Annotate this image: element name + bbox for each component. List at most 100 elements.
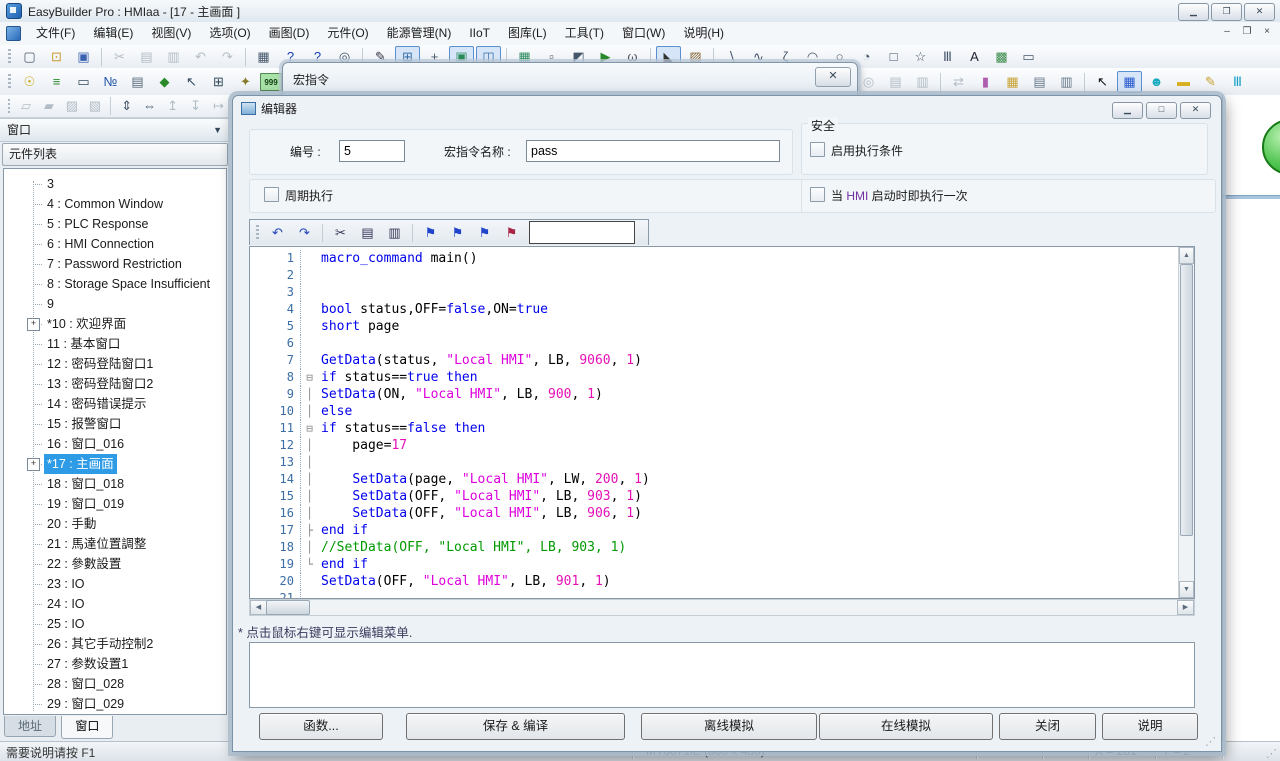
tree-item[interactable]: 7 : Password Restriction (4, 254, 226, 274)
menu-item-4[interactable]: 选项(O) (200, 26, 259, 40)
run-on-startup-checkbox[interactable] (810, 187, 825, 202)
online-simulation-button[interactable]: 在线模拟 (819, 713, 993, 740)
menu-item-5[interactable]: 画图(D) (260, 26, 319, 40)
cursor-icon[interactable]: ↖ (1090, 71, 1115, 93)
menu-item-11[interactable]: 窗口(W) (613, 26, 674, 40)
tree-item[interactable]: 24 : IO (4, 594, 226, 614)
fold-collapse-icon[interactable]: ⊟ (301, 420, 318, 437)
editor-minimize-button[interactable]: ▁ (1112, 102, 1143, 119)
menu-item-9[interactable]: 图库(L) (499, 26, 556, 40)
offline-simulation-button[interactable]: 离线模拟 (641, 713, 817, 740)
print-icon[interactable]: ▦ (251, 46, 276, 68)
tree-item-selected[interactable]: +*17 : 主画面 (4, 454, 226, 474)
message-output[interactable] (249, 642, 1195, 708)
menu-item-10[interactable]: 工具(T) (556, 26, 613, 40)
tree-item[interactable]: 26 : 其它手动控制2 (4, 634, 226, 654)
bookmark-toggle-icon[interactable]: ⚑ (418, 222, 443, 244)
macro-id-input[interactable] (339, 140, 405, 162)
close-button[interactable]: ✕ (1244, 3, 1275, 21)
tree-item[interactable]: +*10 : 欢迎界面 (4, 314, 226, 334)
paste-icon[interactable]: ▥ (382, 222, 407, 244)
fold-collapse-icon[interactable]: ⊟ (301, 369, 318, 386)
function-key-icon[interactable]: ◆ (152, 71, 177, 93)
mdi-close-button[interactable]: × (1260, 26, 1274, 37)
macro-dialog-close-button[interactable]: ✕ (815, 67, 851, 87)
key-object-icon[interactable]: ✦ (233, 71, 258, 93)
minimize-button[interactable]: ▁ (1178, 3, 1209, 21)
tree-item[interactable]: 21 : 馬達位置調整 (4, 534, 226, 554)
bit-lamp-icon[interactable]: ☉ (17, 71, 42, 93)
scroll-up-arrow[interactable]: ▲ (1179, 247, 1194, 264)
draw-pie-icon[interactable]: ◔ (854, 46, 879, 68)
save-compile-button[interactable]: 保存 & 编译 (406, 713, 625, 740)
menu-item-2[interactable]: 编辑(E) (84, 26, 142, 40)
save-file-icon[interactable]: ▣ (71, 46, 96, 68)
draw-star-icon[interactable]: ☆ (908, 46, 933, 68)
horizontal-scroll-thumb[interactable] (266, 600, 310, 615)
macro-search-input[interactable] (529, 221, 635, 244)
tab-window[interactable]: 窗口 (61, 716, 113, 739)
tree-item[interactable]: 23 : IO (4, 574, 226, 594)
tree-item[interactable]: 8 : Storage Space Insufficient (4, 274, 226, 294)
document-icon[interactable] (6, 26, 21, 41)
tree-item[interactable]: 22 : 參數設置 (4, 554, 226, 574)
numeric-display-icon[interactable]: 999 (260, 73, 282, 91)
window-no-icon[interactable]: ⊞ (206, 71, 231, 93)
insert-picture-icon[interactable]: ▩ (989, 46, 1014, 68)
bookmark-clear-icon[interactable]: ⚑ (499, 222, 524, 244)
tree-item[interactable]: 29 : 窗口_029 (4, 694, 226, 714)
undo-icon[interactable]: ↶ (265, 222, 290, 244)
tree-item[interactable]: 27 : 参数设置1 (4, 654, 226, 674)
draw-scale-icon[interactable]: Ⅲ (935, 46, 960, 68)
word-lamp-icon[interactable]: ≡ (44, 71, 69, 93)
function-button[interactable]: 函数... (259, 713, 383, 740)
editor-maximize-button[interactable]: □ (1146, 102, 1177, 119)
toggle-switch-icon[interactable]: ▤ (125, 71, 150, 93)
meter-bars-icon[interactable]: Ⅲ (1225, 71, 1250, 93)
scroll-down-arrow[interactable]: ▼ (1179, 581, 1194, 598)
tree-item[interactable]: 11 : 基本窗口 (4, 334, 226, 354)
mdi-restore-button[interactable]: ❐ (1240, 26, 1254, 37)
tree-expander-icon[interactable]: + (27, 318, 40, 331)
menu-item-12[interactable]: 说明(H) (674, 26, 733, 40)
tree-item[interactable]: 3 (4, 174, 226, 194)
cut-icon[interactable]: ✂ (328, 222, 353, 244)
copy-icon[interactable]: ▤ (355, 222, 380, 244)
draw-rect-icon[interactable]: □ (881, 46, 906, 68)
vertical-scroll-thumb[interactable] (1180, 264, 1193, 536)
tree-item[interactable]: 28 : 窗口_028 (4, 674, 226, 694)
editor-close-button[interactable]: ✕ (1180, 102, 1211, 119)
scroll-left-arrow[interactable]: ◀ (250, 600, 267, 615)
window-dock-header[interactable]: 窗口 ▼ (0, 118, 230, 142)
help-button[interactable]: 说明 (1102, 713, 1198, 740)
address-book-icon[interactable]: ▮ (973, 71, 998, 93)
menu-item-8[interactable]: IIoT (460, 26, 499, 40)
code-text-area[interactable]: 1macro_command main()234bool status,OFF=… (250, 247, 1179, 598)
note-edit-icon[interactable]: ✎ (1198, 71, 1223, 93)
user-accounts-icon[interactable]: ☻ (1144, 71, 1169, 93)
restore-button[interactable]: ❐ (1211, 3, 1242, 21)
tree-item[interactable]: 5 : PLC Response (4, 214, 226, 234)
horizontal-scrollbar[interactable]: ◀ ▶ (249, 599, 1195, 616)
drawer-icon[interactable]: ▥ (1054, 71, 1079, 93)
tree-item[interactable]: 9 (4, 294, 226, 314)
menu-item-7[interactable]: 能源管理(N) (378, 26, 461, 40)
code-editor[interactable]: 1macro_command main()234bool status,OFF=… (249, 246, 1195, 599)
tree-item[interactable]: 16 : 窗口_016 (4, 434, 226, 454)
recipe-table-icon[interactable]: ▦ (1117, 71, 1142, 93)
mdi-minimize-button[interactable]: ‒ (1220, 26, 1234, 37)
chevron-down-icon[interactable]: ▼ (213, 119, 222, 141)
tree-item[interactable]: 6 : HMI Connection (4, 234, 226, 254)
set-bit-icon[interactable]: ▭ (71, 71, 96, 93)
tree-item[interactable]: 4 : Common Window (4, 194, 226, 214)
menu-item-3[interactable]: 视图(V) (142, 26, 200, 40)
close-editor-button[interactable]: 关闭 (999, 713, 1096, 740)
resize-grip[interactable]: ⋰ (1266, 747, 1277, 760)
tree-item[interactable]: 13 : 密码登陆窗口2 (4, 374, 226, 394)
vertical-scrollbar[interactable]: ▲ ▼ (1178, 247, 1194, 598)
redo-icon[interactable]: ↷ (292, 222, 317, 244)
macro-library-icon[interactable]: ▬ (1171, 71, 1196, 93)
tree-item[interactable]: 12 : 密码登陆窗口1 (4, 354, 226, 374)
window-tree[interactable]: 34 : Common Window5 : PLC Response6 : HM… (3, 168, 227, 715)
align-vertical-icon[interactable]: ⇕ (116, 95, 137, 117)
